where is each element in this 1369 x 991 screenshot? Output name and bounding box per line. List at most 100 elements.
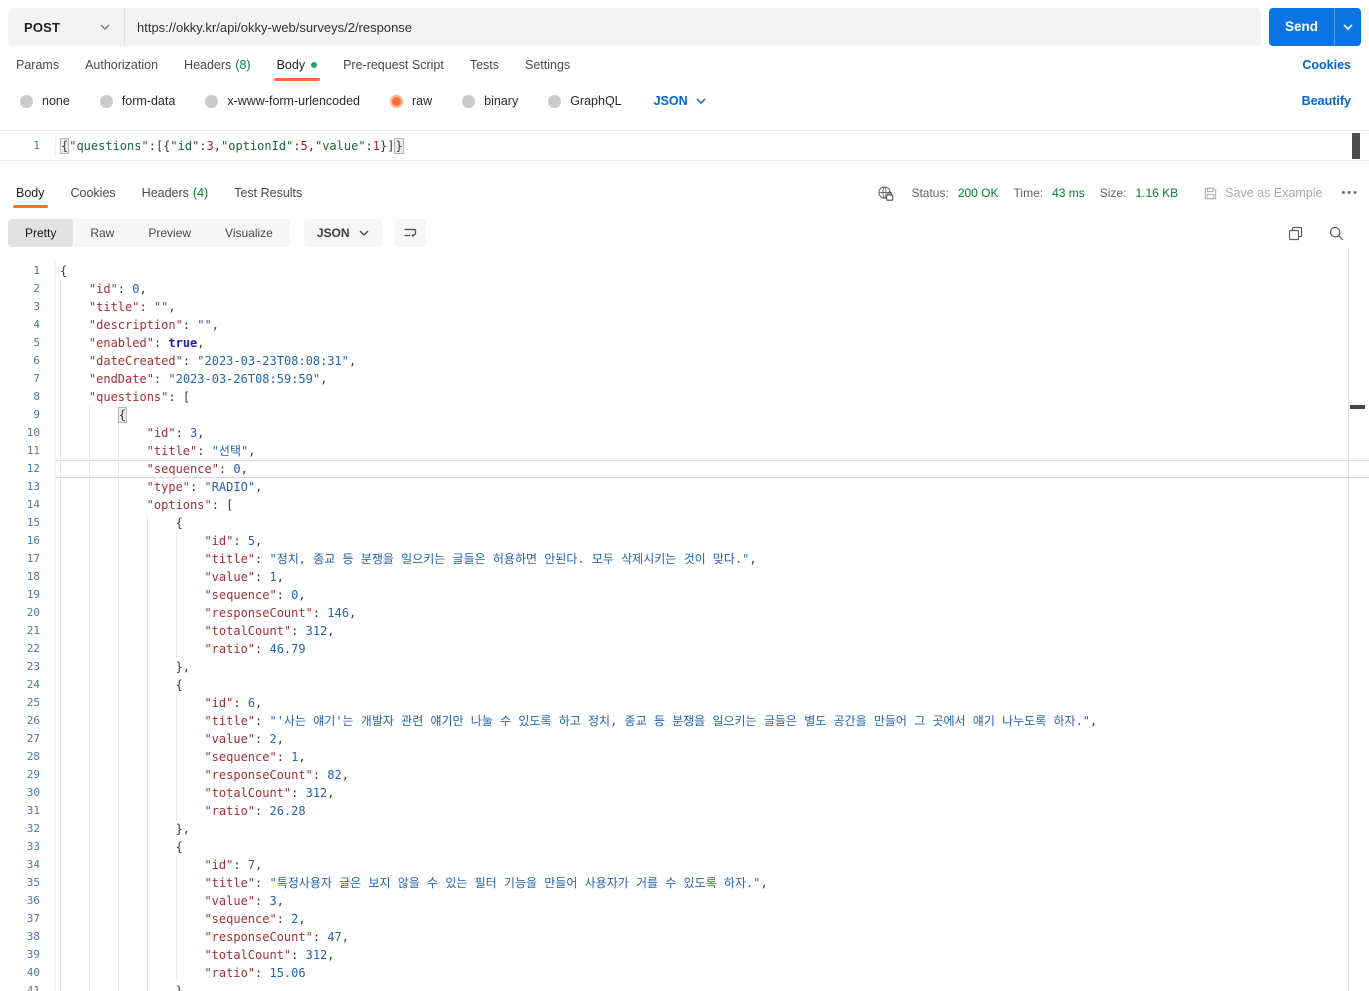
indent-guide	[60, 712, 89, 730]
response-tab-headers[interactable]: Headers (4)	[142, 175, 209, 211]
body-type-binary[interactable]: binary	[462, 94, 518, 108]
tab-body[interactable]: Body	[273, 46, 320, 84]
indent-guide	[88, 874, 118, 892]
indent-guide	[117, 460, 147, 478]
token-p: :	[255, 714, 270, 728]
token-p: ,	[749, 552, 757, 566]
indent-guide	[146, 514, 176, 532]
matched-bracket: {	[117, 407, 128, 423]
response-language-select[interactable]: JSON	[303, 219, 382, 247]
request-editor-scrollbar[interactable]	[1352, 133, 1360, 159]
radio-label: form-data	[121, 94, 176, 108]
token-rp: }]	[380, 138, 395, 153]
view-pretty[interactable]: Pretty	[8, 219, 74, 247]
indent-guide	[146, 694, 176, 712]
token-k: "type"	[146, 480, 191, 494]
tab-settings[interactable]: Settings	[525, 46, 570, 84]
code-line: 41},	[0, 982, 1369, 991]
token-p: :	[255, 876, 270, 890]
code-line: 12 "sequence": 0,	[0, 460, 1369, 478]
indent-guide	[88, 532, 118, 550]
indent-guide	[117, 658, 147, 676]
send-button[interactable]: Send	[1269, 8, 1361, 46]
copy-button[interactable]	[1287, 225, 1304, 242]
body-type-none[interactable]: none	[20, 94, 70, 108]
tab-label: Headers	[141, 186, 189, 200]
response-scrollbar[interactable]	[1350, 405, 1365, 409]
indent-guide	[117, 496, 147, 514]
size-value[interactable]: 1.16 KB	[1135, 186, 1178, 200]
token-n: 1	[269, 570, 277, 584]
indent-guide	[117, 964, 147, 982]
body-type-x-www-form-urlencoded[interactable]: x-www-form-urlencoded	[205, 94, 360, 108]
response-tab-test-results[interactable]: Test Results	[234, 175, 302, 211]
indent-guide	[88, 982, 118, 991]
view-raw[interactable]: Raw	[73, 219, 131, 247]
more-actions-button[interactable]: •••	[1341, 187, 1359, 199]
search-button[interactable]	[1328, 225, 1345, 242]
token-p: :	[255, 966, 270, 980]
indent-guide	[60, 424, 89, 442]
response-tab-body[interactable]: Body	[13, 175, 47, 211]
token-s: "선택"	[211, 444, 249, 458]
response-tab-cookies[interactable]: Cookies	[71, 175, 116, 211]
send-button-label[interactable]: Send	[1269, 8, 1334, 46]
line-content: "ratio": 26.28	[55, 802, 1369, 820]
token-p: :	[276, 750, 292, 764]
token-n: 82	[327, 768, 342, 782]
save-as-example-button[interactable]: Save as Example	[1203, 186, 1322, 201]
token-k: "title"	[146, 444, 198, 458]
tab-params[interactable]: Params	[16, 46, 59, 84]
body-type-form-data[interactable]: form-data	[99, 94, 176, 108]
status-label: Status:	[911, 186, 949, 200]
code-line: 26 "title": "'사는 얘기'는 개발자 관련 얘기만 나눌 수 있도록…	[0, 712, 1369, 730]
indent-guide	[88, 910, 118, 928]
time-value[interactable]: 43 ms	[1052, 186, 1085, 200]
token-k: "dateCreated"	[88, 354, 183, 368]
method-selector[interactable]: POST	[8, 20, 124, 35]
status-value[interactable]: 200 OK	[958, 186, 999, 200]
send-options-button[interactable]	[1334, 8, 1361, 46]
token-p: ,	[320, 372, 328, 386]
indent-guide	[146, 604, 176, 622]
code-line: 3 "title": "",	[0, 298, 1369, 316]
body-type-graphql[interactable]: GraphQL	[548, 94, 622, 108]
indent-guide	[88, 478, 118, 496]
cookies-link[interactable]: Cookies	[1302, 46, 1351, 84]
code-line: 28 "sequence": 1,	[0, 748, 1369, 766]
token-p: ,	[298, 588, 306, 602]
request-body-editor[interactable]: 1 {"questions":[{"id":3,"optionId":5,"val…	[0, 130, 1369, 161]
radio-label: raw	[412, 94, 433, 108]
indent-guide	[117, 640, 147, 658]
token-rp: ,	[213, 138, 222, 153]
token-k: "sequence"	[204, 750, 277, 764]
indent-guide	[88, 496, 118, 514]
tab-pre-request-script[interactable]: Pre-request Script	[343, 46, 444, 84]
wrap-text-button[interactable]	[394, 219, 426, 247]
code-line: 23},	[0, 658, 1369, 676]
indent-guide	[88, 640, 118, 658]
code-line: 8 "questions": [	[0, 388, 1369, 406]
indent-guide	[60, 550, 89, 568]
view-visualize[interactable]: Visualize	[208, 219, 290, 247]
url-input[interactable]: https://okky.kr/api/okky-web/surveys/2/r…	[125, 20, 412, 35]
token-s: "RADIO"	[204, 480, 256, 494]
view-preview[interactable]: Preview	[131, 219, 208, 247]
tab-headers[interactable]: Headers (8)	[184, 46, 251, 84]
beautify-link[interactable]: Beautify	[1302, 94, 1351, 108]
line-number: 9	[33, 408, 40, 421]
body-type-raw[interactable]: raw	[390, 94, 432, 108]
token-p: :	[153, 372, 169, 386]
request-language-select[interactable]: JSON	[654, 94, 706, 108]
token-rn: 3	[206, 138, 214, 153]
matched-bracket: {	[60, 137, 70, 154]
tab-tests[interactable]: Tests	[470, 46, 499, 84]
indent-guide	[88, 550, 118, 568]
token-p: ,	[248, 444, 256, 458]
size-label: Size:	[1099, 186, 1127, 200]
response-body-viewer[interactable]: 1{2 "id": 0, 3 "title": "", 4 "description": …	[0, 255, 1369, 991]
token-p: :	[255, 642, 270, 656]
token-n: 5	[247, 534, 256, 548]
indent-guide	[146, 928, 176, 946]
tab-authorization[interactable]: Authorization	[85, 46, 158, 84]
